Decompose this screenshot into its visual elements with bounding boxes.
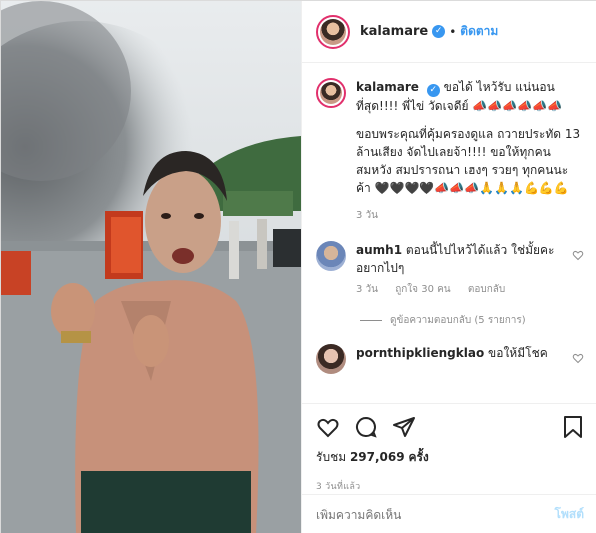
caption-username[interactable]: kalamare bbox=[356, 80, 419, 94]
bookmark-icon[interactable] bbox=[562, 415, 584, 439]
share-icon[interactable] bbox=[392, 415, 416, 439]
comment-item: aumh1 ตอนนี้ไปไหว้ได้แล้ว ใช่มั้ยคะ อยาก… bbox=[316, 241, 584, 299]
action-bar: รับชม 297,069 ครั้ง 3 วันที่แล้ว bbox=[302, 403, 596, 499]
view-count[interactable]: รับชม 297,069 ครั้ง bbox=[316, 448, 584, 467]
views-unit: ครั้ง bbox=[408, 450, 429, 464]
instagram-post-window: kalamare ✓ • ติดตาม kalamare ✓ ขอได้ ไหว… bbox=[0, 0, 596, 533]
comment-username[interactable]: aumh1 bbox=[356, 243, 402, 257]
post-username[interactable]: kalamare bbox=[360, 24, 428, 39]
add-comment-bar: โพสต์ bbox=[302, 494, 596, 533]
comment-heart-icon[interactable] bbox=[572, 352, 584, 364]
comment-username[interactable]: pornthipkliengklao bbox=[356, 346, 484, 360]
action-icons bbox=[316, 412, 584, 442]
comment-avatar[interactable] bbox=[316, 344, 346, 374]
comment-meta: 3 วัน ถูกใจ 30 คน ตอบกลับ bbox=[356, 281, 556, 299]
post-header: kalamare ✓ • ติดตาม bbox=[302, 1, 596, 63]
heart-icon[interactable] bbox=[316, 415, 340, 439]
caption-time: 3 วัน bbox=[356, 210, 378, 221]
verified-icon: ✓ bbox=[426, 84, 440, 97]
post-sidebar: kalamare ✓ • ติดตาม kalamare ✓ ขอได้ ไหว… bbox=[301, 1, 596, 533]
view-replies-label: ดูข้อความตอบกลับ (5 รายการ) bbox=[390, 315, 526, 326]
comments-area[interactable]: kalamare ✓ ขอได้ ไหว้รับ แน่นอนที่สุด!!!… bbox=[302, 64, 596, 402]
comment-body: aumh1 ตอนนี้ไปไหว้ได้แล้ว ใช่มั้ยคะ อยาก… bbox=[356, 241, 556, 299]
post-comment-button[interactable]: โพสต์ bbox=[555, 505, 584, 524]
comment-heart-icon[interactable] bbox=[572, 249, 584, 261]
view-replies-button[interactable]: ดูข้อความตอบกลับ (5 รายการ) bbox=[360, 313, 584, 328]
follow-button[interactable]: ติดตาม bbox=[460, 22, 498, 41]
caption-text-2: ขอบพระคุณที่คุ้มครองดูแล ถวายประทัด 13 ล… bbox=[356, 127, 581, 195]
comment-avatar[interactable] bbox=[316, 241, 346, 271]
caption-body: kalamare ✓ ขอได้ ไหว้รับ แน่นอนที่สุด!!!… bbox=[356, 78, 582, 225]
comment-item: pornthipkliengklao ขอให้มีโชค bbox=[316, 344, 584, 374]
comment-body: pornthipkliengklao ขอให้มีโชค bbox=[356, 344, 556, 362]
post-timestamp: 3 วันที่แล้ว bbox=[316, 482, 361, 492]
views-label: รับชม bbox=[316, 450, 347, 464]
caption-meta: 3 วัน bbox=[356, 207, 582, 225]
avatar[interactable] bbox=[316, 14, 350, 49]
comment-icon[interactable] bbox=[354, 415, 378, 439]
caption-avatar[interactable] bbox=[316, 78, 346, 108]
comment-input[interactable] bbox=[316, 507, 555, 522]
comment-text: ขอให้มีโชค bbox=[488, 346, 548, 360]
post-video[interactable] bbox=[1, 1, 301, 533]
video-scene bbox=[1, 1, 301, 533]
caption-line1: kalamare ✓ ขอได้ ไหว้รับ แน่นอนที่สุด!!!… bbox=[356, 78, 582, 115]
comment-likes[interactable]: ถูกใจ 30 คน bbox=[395, 284, 450, 295]
verified-icon: ✓ bbox=[432, 25, 446, 38]
comment-time: 3 วัน bbox=[356, 284, 378, 295]
views-number: 297,069 bbox=[349, 450, 405, 464]
caption: kalamare ✓ ขอได้ ไหว้รับ แน่นอนที่สุด!!!… bbox=[316, 78, 584, 225]
separator-dot: • bbox=[449, 24, 457, 39]
reply-button[interactable]: ตอบกลับ bbox=[468, 284, 505, 295]
replies-divider bbox=[360, 320, 382, 321]
